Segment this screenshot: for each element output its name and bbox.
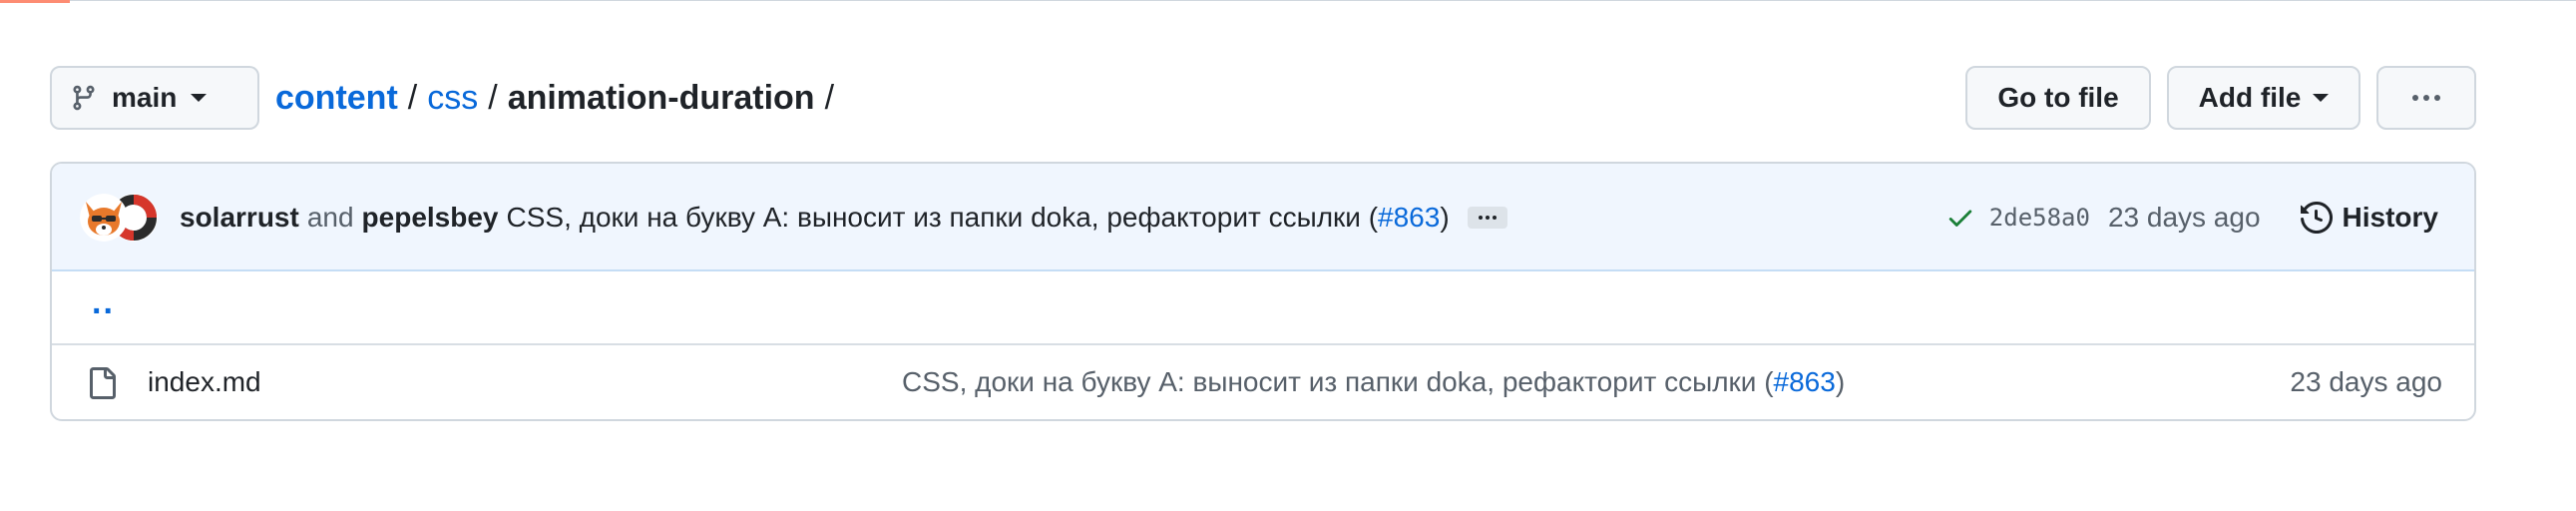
chevron-down-icon xyxy=(2313,94,2330,102)
commit-author-link[interactable]: pepelsbey xyxy=(362,202,499,234)
chevron-down-icon xyxy=(191,94,208,102)
commit-conjunction: and xyxy=(306,202,354,233)
fox-avatar-icon xyxy=(80,194,128,242)
more-options-button[interactable] xyxy=(2376,66,2476,130)
active-tab-underline xyxy=(0,0,70,3)
parent-directory-row[interactable]: .. xyxy=(52,271,2474,345)
commit-sha-link[interactable]: 2de58a0 xyxy=(1989,204,2090,232)
add-file-button[interactable]: Add file xyxy=(2167,66,2361,130)
breadcrumb-folder-link[interactable]: css xyxy=(427,79,478,118)
breadcrumb-separator: / xyxy=(824,78,835,117)
file-commit-message-text: CSS, доки на букву А: выносит из папки d… xyxy=(902,366,1774,397)
breadcrumb: content / css / animation-duration / xyxy=(275,66,844,130)
commit-meta: 2de58a0 23 days ago History xyxy=(1945,164,2438,271)
branch-name: main xyxy=(112,82,178,113)
file-commit-time: 23 days ago xyxy=(2290,366,2442,397)
breadcrumb-current: animation-duration xyxy=(507,78,815,117)
file-navigation-header: main content / css / animation-duration … xyxy=(50,66,2476,130)
latest-commit-bar: solarrust and pepelsbey CSS, доки на бук… xyxy=(52,164,2474,271)
history-icon xyxy=(2300,202,2333,234)
go-to-file-button[interactable]: Go to file xyxy=(1965,66,2151,130)
breadcrumb-separator: / xyxy=(407,78,418,117)
avatar[interactable] xyxy=(80,194,128,242)
commit-message-end: ) xyxy=(1440,202,1450,233)
history-label: History xyxy=(2342,202,2438,233)
check-icon[interactable] xyxy=(1945,203,1975,233)
pull-request-link[interactable]: #863 xyxy=(1774,366,1836,398)
file-commit-message-end: ) xyxy=(1835,366,1846,397)
add-file-label: Add file xyxy=(2198,82,2302,113)
pull-request-link[interactable]: #863 xyxy=(1378,202,1440,233)
breadcrumb-repo-link[interactable]: content xyxy=(275,79,398,118)
top-divider xyxy=(0,0,2576,1)
file-icon xyxy=(90,367,116,399)
expand-commit-button[interactable] xyxy=(1467,207,1507,229)
file-name-link[interactable]: index.md xyxy=(148,345,261,419)
commit-author-link[interactable]: solarrust xyxy=(180,202,299,234)
kebab-horizontal-icon xyxy=(2412,95,2440,101)
table-row: index.md CSS, доки на букву А: выносит и… xyxy=(52,345,2474,419)
commit-message[interactable]: CSS, доки на букву А: выносит из папки d… xyxy=(507,202,1450,234)
history-button[interactable]: History xyxy=(2300,202,2438,234)
commit-summary: solarrust and pepelsbey CSS, доки на бук… xyxy=(180,164,1507,271)
parent-directory-link[interactable]: .. xyxy=(92,283,115,322)
file-list-box: solarrust and pepelsbey CSS, доки на бук… xyxy=(50,162,2476,421)
commit-time: 23 days ago xyxy=(2107,202,2261,233)
breadcrumb-separator: / xyxy=(488,78,498,117)
commit-message-text: CSS, доки на букву А: выносит из папки d… xyxy=(506,202,1379,233)
git-branch-icon xyxy=(73,85,95,111)
branch-select-button[interactable]: main xyxy=(50,66,259,130)
file-commit-message[interactable]: CSS, доки на букву А: выносит из папки d… xyxy=(902,345,1845,419)
